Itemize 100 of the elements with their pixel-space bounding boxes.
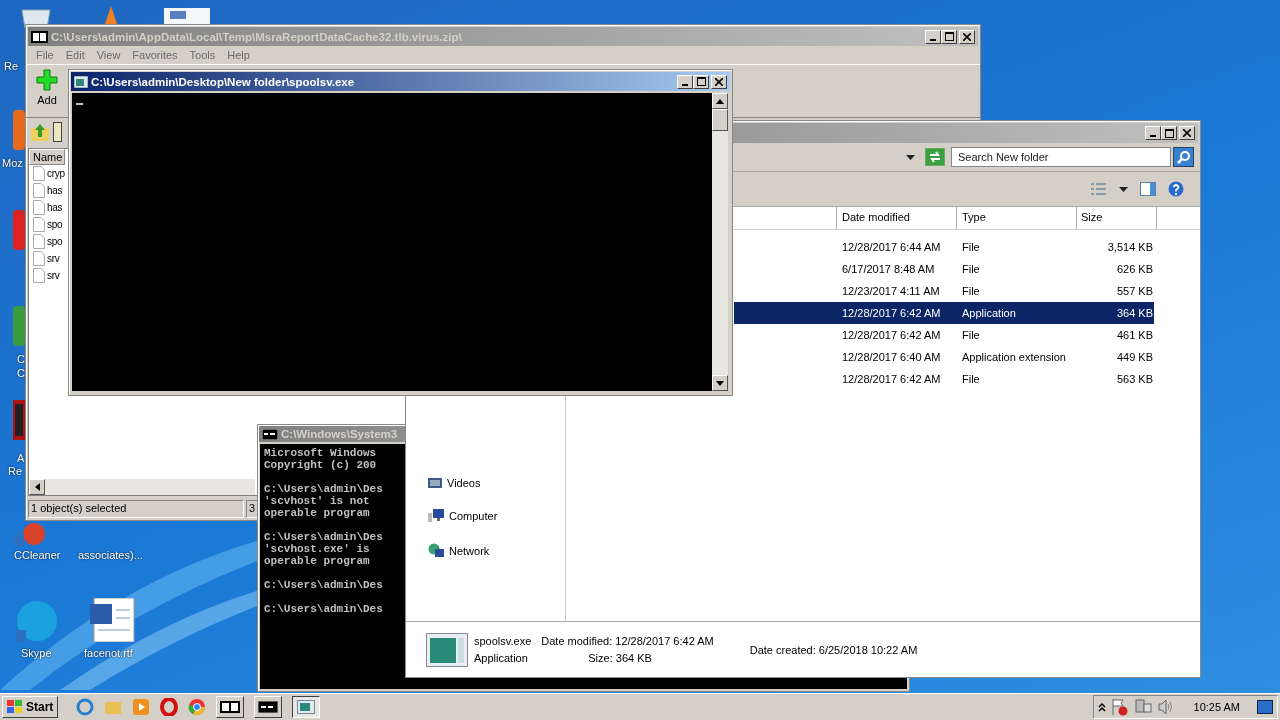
menu-item[interactable]: Edit	[59, 48, 91, 62]
console-icon	[262, 428, 278, 440]
minimize-icon	[1150, 135, 1156, 137]
scroll-down-icon[interactable]	[716, 380, 724, 386]
desktop-icon-label[interactable]: Re	[8, 465, 23, 477]
column-header[interactable]: Type	[957, 207, 1077, 229]
search-field[interactable]: Search New folder	[951, 147, 1171, 167]
file-row[interactable]: 12/28/2017 6:40 AM Application extension 449 KB	[734, 346, 1154, 368]
file-type: Application	[474, 652, 529, 664]
menu-item[interactable]: Favorites	[126, 48, 184, 62]
desktop-icon-label[interactable]: C	[17, 367, 25, 379]
desktop-icon-label[interactable]: CCleaner	[14, 549, 61, 561]
add-button[interactable]: Add	[30, 67, 64, 115]
help-icon[interactable]	[1168, 181, 1184, 197]
column-header[interactable]: Name	[29, 149, 65, 165]
archiver-icon	[220, 701, 241, 713]
window-title: C:\Windows\System3	[281, 428, 398, 440]
network-icon	[428, 543, 444, 559]
scroll-left-icon[interactable]	[34, 483, 40, 491]
file-name[interactable]: srv	[47, 253, 60, 264]
desktop-icon-label[interactable]: A	[17, 452, 25, 464]
refresh-icon	[928, 151, 942, 163]
preview-pane-icon[interactable]	[1140, 182, 1156, 196]
maximize-button[interactable]	[693, 74, 709, 89]
window-taskbar-button[interactable]	[292, 696, 321, 718]
menu-item[interactable]: Tools	[183, 48, 222, 62]
desktop-icon-label[interactable]: Skype	[21, 647, 52, 659]
table-cell-text: File	[961, 329, 981, 341]
file-name[interactable]: has	[47, 185, 63, 196]
document-icon[interactable]	[164, 8, 210, 24]
table-cell-text: 626 KB	[1115, 263, 1154, 275]
table-cell-text: 12/28/2017 6:44 AM	[841, 241, 942, 253]
column-header[interactable]: Date modified	[837, 207, 957, 229]
file-name[interactable]: has	[47, 202, 63, 213]
word-document-icon[interactable]	[88, 598, 136, 642]
nav-item[interactable]: Network	[449, 545, 490, 557]
minimize-icon	[930, 38, 936, 41]
file-name[interactable]: spo	[47, 219, 63, 230]
date-modified-text: Date modified: 12/28/2017 6:42 AM	[541, 635, 714, 647]
file-row[interactable]: 12/28/2017 6:42 AM File 563 KB	[734, 368, 1154, 390]
desktop-icon-label[interactable]: C	[17, 353, 25, 365]
console-line: 'scvhost.exe' is	[264, 543, 370, 555]
dropdown-arrow-icon[interactable]	[906, 154, 915, 160]
table-cell-text: 12/23/2017 4:11 AM	[841, 285, 941, 297]
file-name[interactable]: spo	[47, 236, 63, 247]
desktop-icon-label[interactable]: associates)...	[78, 549, 143, 561]
table-cell-text: 364 KB	[1115, 307, 1154, 319]
archiver-taskbar-button[interactable]	[216, 696, 245, 718]
nav-item[interactable]: Videos	[447, 477, 481, 489]
file-row[interactable]: 12/28/2017 6:44 AM File 3,514 KB	[734, 236, 1154, 258]
console-line: C:\Users\admin\Des	[264, 531, 383, 543]
size-text: Size: 364 KB	[587, 652, 653, 664]
show-desktop-icon[interactable]	[1257, 700, 1273, 714]
menu-item[interactable]: Help	[221, 48, 256, 62]
file-icon	[33, 166, 45, 181]
close-button[interactable]	[711, 74, 727, 89]
clock[interactable]: 10:25 AM	[1193, 701, 1240, 713]
file-row[interactable]: 12/23/2017 4:11 AM File 557 KB	[734, 280, 1154, 302]
start-button[interactable]: Start	[2, 696, 59, 718]
volume-icon[interactable]	[1156, 698, 1175, 716]
app-window-icon	[74, 75, 88, 88]
flag-alert-icon[interactable]	[1110, 698, 1129, 716]
horizontal-scrollbar[interactable]	[29, 479, 255, 495]
console-line: C:\Users\admin\Des	[264, 603, 383, 615]
desktop-icon-label[interactable]: Re	[4, 60, 19, 72]
table-cell-text: 557 KB	[1115, 285, 1154, 297]
show-hidden-icons-icon[interactable]	[1097, 702, 1106, 712]
minimize-button[interactable]	[677, 74, 693, 89]
minimize-icon	[682, 83, 688, 86]
dropdown-arrow-icon[interactable]	[1119, 186, 1128, 192]
table-cell-text: 12/28/2017 6:42 AM	[841, 329, 942, 341]
nav-item[interactable]: Computer	[449, 510, 498, 522]
file-icon	[33, 251, 45, 266]
app-logo-icon	[31, 30, 48, 43]
file-row[interactable]: 12/28/2017 6:42 AM Application 364 KB	[734, 302, 1154, 324]
file-row[interactable]: 12/28/2017 6:42 AM File 461 KB	[734, 324, 1154, 346]
desktop-icon-label[interactable]: Moz	[2, 157, 23, 169]
application-icon	[426, 632, 468, 667]
column-header[interactable]: Size	[1077, 207, 1157, 229]
search-button[interactable]	[1173, 147, 1194, 167]
scroll-thumb[interactable]	[712, 109, 728, 131]
console-taskbar-button[interactable]	[254, 696, 283, 718]
network-icon[interactable]	[1133, 698, 1152, 716]
scroll-up-icon[interactable]	[716, 98, 724, 104]
vertical-scrollbar[interactable]	[712, 93, 728, 391]
table-cell-text: File	[961, 285, 981, 297]
table-cell-text: 461 KB	[1115, 329, 1154, 341]
refresh-button[interactable]	[925, 148, 945, 166]
windows-logo-icon	[7, 700, 23, 714]
file-row[interactable]: 6/17/2017 8:48 AM File 626 KB	[734, 258, 1154, 280]
console-line: Copyright (c) 200	[264, 459, 377, 471]
file-name[interactable]: srv	[47, 270, 60, 281]
menu-item[interactable]: View	[90, 48, 127, 62]
file-name[interactable]: cryp	[47, 168, 65, 179]
desktop-icon-label[interactable]: facenot.rtf	[84, 647, 133, 659]
path-field[interactable]	[53, 122, 62, 142]
browser-icon[interactable]	[76, 698, 95, 716]
table-cell-text: Application extension	[961, 351, 1067, 363]
table-cell-text: 6/17/2017 8:48 AM	[841, 263, 936, 275]
menu-item[interactable]: File	[30, 48, 60, 62]
